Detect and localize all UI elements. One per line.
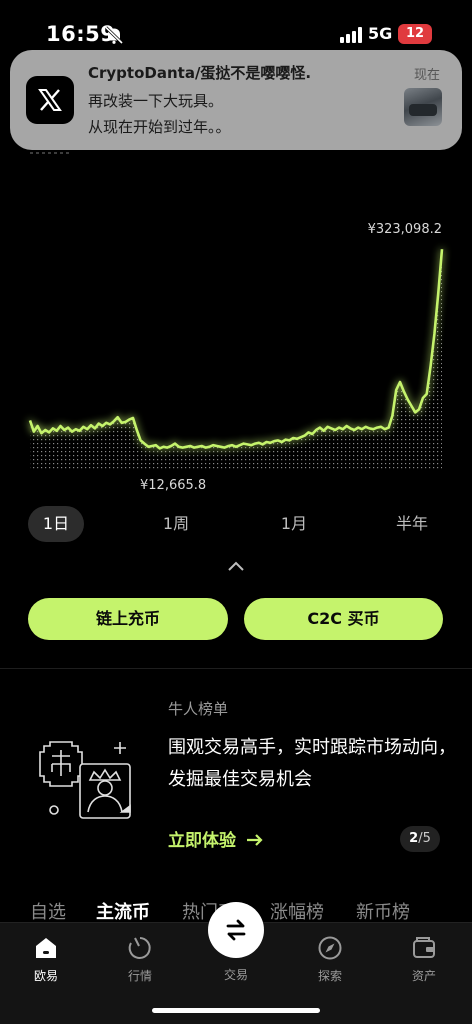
tab-gainers[interactable]: 涨幅榜 [270,898,324,924]
chevron-up-icon[interactable] [226,560,246,572]
price-chart[interactable] [0,150,472,500]
chart-min-label: ¥12,665.8 [140,478,207,493]
wallet-icon [413,937,435,958]
network-type: 5G [368,24,393,43]
chart-max-label: ¥323,098.2 [367,222,442,237]
nav-assets-label: 资产 [411,969,436,983]
tab-6m[interactable]: 半年 [384,506,440,542]
compass-icon [318,936,342,960]
tab-favorites[interactable]: 自选 [30,898,66,924]
notification-banner[interactable]: CryptoDanta/蛋挞不是嘤嘤怪. 再改装一下大玩具。 从现在开始到过年。… [10,50,462,150]
notification-thumbnail [404,88,442,126]
try-now-link[interactable]: 立即体验 [168,826,264,851]
home-icon [36,938,56,958]
promo-description: 围观交易高手，实时跟踪市场动向，发掘最佳交易机会 [168,737,456,790]
tab-1w[interactable]: 1周 [148,506,204,542]
leaderboard-illustration [39,741,131,819]
nav-trade-label: 交易 [223,968,248,982]
nav-discover[interactable]: 探索 [300,933,360,984]
pager-total: /5 [418,831,431,846]
trade-button[interactable] [208,902,264,958]
notification-title: CryptoDanta/蛋挞不是嘤嘤怪. [88,64,312,82]
notification-body-line: 再改装一下大玩具。 [88,92,224,110]
notification-body-line: 从现在开始到过年。。 [88,118,231,136]
c2c-buy-button[interactable]: C2C 买币 [244,598,443,640]
nav-markets-label: 行情 [127,969,152,983]
swap-icon [226,919,246,941]
pager-current: 2 [409,831,419,846]
nav-markets[interactable]: 行情 [110,933,170,984]
tab-1d[interactable]: 1日 [28,506,84,542]
section-divider [0,668,472,669]
promo-tag: 牛人榜单 [168,700,229,718]
deposit-onchain-button[interactable]: 链上充币 [28,598,228,640]
nav-home-label: 欧易 [33,969,58,983]
period-tabs: 1日 1周 1月 半年 [0,506,472,542]
nav-home[interactable]: 欧易 [16,933,76,984]
cellular-signal-icon [340,27,362,43]
silent-bell-icon [104,26,124,44]
markets-icon [128,937,151,959]
tab-mainstream[interactable]: 主流币 [96,898,150,924]
home-indicator [152,1008,320,1013]
chart-price-line [28,249,444,450]
promo-pager: 2/5 [400,826,440,852]
notification-time: 现在 [413,68,440,83]
battery-indicator: 12 [398,24,432,44]
nav-discover-label: 探索 [317,969,342,983]
tab-1m[interactable]: 1月 [266,506,322,542]
tab-new-listings[interactable]: 新币榜 [356,898,410,924]
nav-assets[interactable]: 资产 [394,933,454,984]
chart-area-fill [30,249,442,470]
try-now-label: 立即体验 [168,831,236,851]
arrow-right-icon [246,834,263,846]
x-logo-icon [26,76,74,124]
